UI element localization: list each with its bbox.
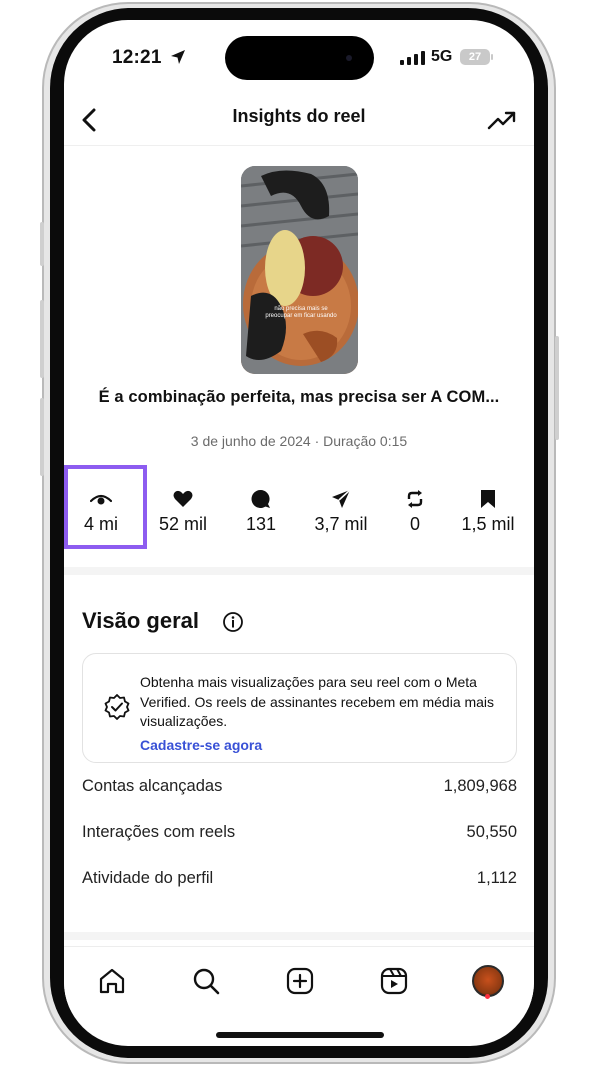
stat-row-interactions[interactable]: Interações com reels 50,550	[82, 820, 517, 848]
tab-home[interactable]	[92, 961, 132, 1001]
section-divider	[64, 932, 534, 940]
create-icon	[286, 967, 314, 995]
search-icon	[193, 968, 220, 995]
status-time: 12:21	[112, 47, 162, 68]
bookmark-icon	[481, 490, 495, 508]
reels-icon	[380, 967, 408, 995]
send-icon	[332, 489, 351, 508]
header: Insights do reel	[64, 98, 534, 142]
stat-label: Interações com reels	[82, 823, 236, 841]
stat-row-reach[interactable]: Contas alcançadas 1,809,968	[82, 774, 517, 802]
status-bar: 12:21 5G 27	[64, 20, 534, 94]
stat-label: Atividade do perfil	[82, 869, 214, 887]
metric-shares: 3,7 mil	[304, 482, 378, 552]
signup-link[interactable]: Cadastre-se agora	[140, 737, 262, 753]
info-icon[interactable]	[222, 611, 244, 633]
screen: 12:21 5G 27 Insights do reel não precisa…	[64, 20, 534, 1046]
network-label: 5G	[431, 48, 453, 65]
reel-meta: 3 de junho de 2024 · Duração 0:15	[190, 433, 408, 449]
metric-saves: 1,5 mil	[451, 482, 525, 552]
header-divider	[64, 145, 534, 146]
notification-dot	[485, 994, 490, 999]
comment-icon	[251, 489, 270, 508]
meta-verified-card: Obtenha mais visualizações para seu reel…	[82, 653, 517, 763]
reel-thumbnail-overlay-text: não precisa mais se preocupar em ficar u…	[265, 306, 337, 319]
stat-label: Contas alcançadas	[82, 777, 223, 795]
volume-up-button	[40, 300, 44, 378]
stat-value: 50,550	[466, 823, 517, 841]
promo-text: Obtenha mais visualizações para seu reel…	[140, 674, 495, 729]
tab-search[interactable]	[186, 961, 226, 1001]
stat-value: 1,112	[476, 869, 517, 887]
verified-badge-icon	[104, 694, 130, 720]
section-divider	[64, 567, 534, 575]
stat-row-profile-activity[interactable]: Atividade do perfil 1,112	[82, 866, 517, 894]
views-highlight-box	[64, 465, 147, 549]
battery-icon: 27	[460, 49, 493, 65]
tab-create[interactable]	[280, 961, 320, 1001]
metric-likes: 52 mil	[146, 482, 220, 552]
reel-caption: É a combinação perfeita, mas precisa ser…	[98, 388, 500, 406]
metric-value: 1,5 mil	[461, 514, 515, 534]
reel-thumbnail[interactable]: não precisa mais se preocupar em ficar u…	[241, 166, 358, 374]
power-button	[555, 336, 559, 440]
overview-title: Visão geral	[82, 608, 199, 633]
location-arrow-icon	[171, 50, 185, 64]
signal-icon	[400, 51, 425, 65]
action-button	[40, 222, 44, 266]
page-title: Insights do reel	[232, 106, 366, 126]
volume-down-button	[40, 398, 44, 476]
trending-icon[interactable]	[486, 104, 518, 136]
metric-comments: 131	[224, 482, 298, 552]
stat-value: 1,809,968	[443, 777, 517, 795]
dynamic-island	[225, 36, 374, 80]
avatar	[472, 965, 504, 997]
heart-icon	[173, 490, 193, 507]
repost-icon	[407, 490, 423, 508]
home-icon	[99, 968, 125, 994]
home-indicator[interactable]	[216, 1032, 384, 1038]
tab-bar	[64, 946, 534, 1010]
tab-reels[interactable]	[374, 961, 414, 1001]
reel-thumbnail-art	[241, 166, 358, 374]
